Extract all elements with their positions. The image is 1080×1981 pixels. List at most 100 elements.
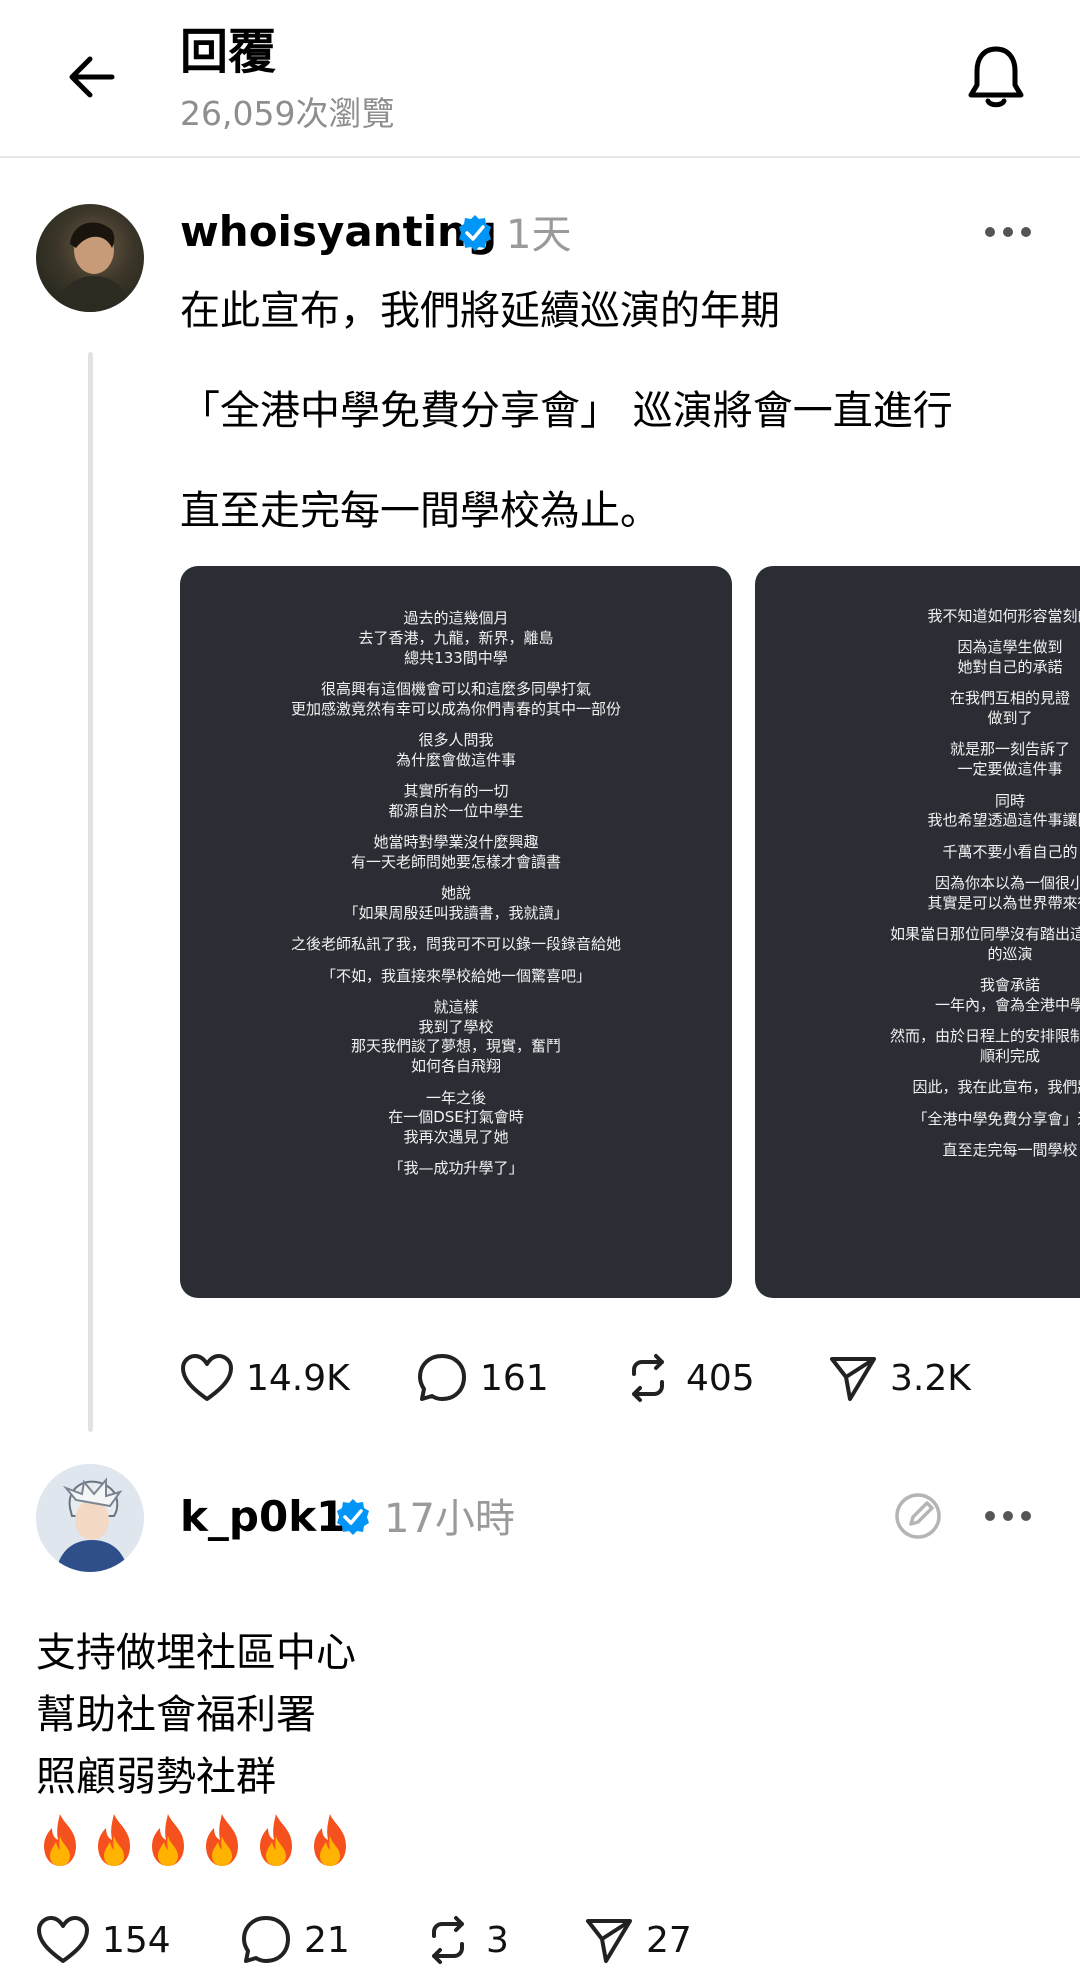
image-text-line: 她說 bbox=[440, 884, 471, 903]
image-text-line: 然而，由於日程上的安排限制，並非 bbox=[889, 1027, 1080, 1046]
fire-emoji-icon bbox=[206, 1814, 238, 1866]
verified-badge-icon bbox=[459, 215, 491, 251]
image-text-line: 如何各自飛翔 bbox=[410, 1057, 501, 1076]
repost-button[interactable]: 3 bbox=[422, 1910, 509, 1970]
send-icon bbox=[586, 1919, 632, 1963]
image-text-line: 「如果周殷廷叫我讀書，我就讀」 bbox=[343, 904, 569, 923]
image-text-line: 在一個DSE打氣會時 bbox=[388, 1108, 524, 1127]
image-text-line: 順利完成 bbox=[979, 1046, 1040, 1065]
fire-emoji-row bbox=[36, 1812, 354, 1868]
reply-actions: 154 21 3 27 bbox=[36, 1910, 1036, 1970]
send-icon bbox=[830, 1357, 876, 1401]
share-button[interactable]: 27 bbox=[584, 1910, 692, 1970]
thread-connector-line bbox=[88, 352, 93, 1432]
like-count: 154 bbox=[102, 1919, 171, 1961]
verified-badge-icon bbox=[337, 1499, 369, 1535]
post-image-2[interactable]: 我不知道如何形容當刻的 因為這學生做到 她對自己的承諾 在我們互相的見證 做到了 就是那一… bbox=[755, 566, 1080, 1298]
image-text-line: 她當時對學業沒什麼興趣 bbox=[373, 833, 539, 852]
back-arrow-icon bbox=[69, 56, 115, 98]
image-text-line: 因為這學生做到 bbox=[957, 638, 1063, 657]
repost-icon bbox=[632, 1354, 664, 1402]
image-text-line: 一定要做這件事 bbox=[957, 760, 1063, 779]
heart-icon bbox=[181, 1354, 233, 1401]
image-text-line: 我也希望透過這件事讓同 bbox=[927, 811, 1080, 830]
repost-button[interactable]: 405 bbox=[622, 1348, 755, 1408]
share-count: 3.2K bbox=[890, 1357, 971, 1399]
profile-photo bbox=[36, 1464, 144, 1572]
image-text-line: 她對自己的承諾 bbox=[957, 658, 1063, 677]
page-title: 回覆 bbox=[180, 24, 277, 80]
image-text-line: 直至走完每一間學校 bbox=[942, 1140, 1078, 1159]
fire-emoji-icon bbox=[44, 1814, 76, 1866]
comment-count: 21 bbox=[304, 1919, 350, 1961]
image-text-line: 總共133間中學 bbox=[404, 648, 508, 667]
image-text-line: 「我—成功升學了」 bbox=[388, 1159, 524, 1178]
fire-emoji-icon bbox=[260, 1814, 292, 1866]
comment-count: 161 bbox=[480, 1357, 549, 1399]
avatar[interactable] bbox=[36, 204, 144, 312]
image-text-line: 我會承諾 bbox=[979, 976, 1040, 995]
image-text-line: 做到了 bbox=[987, 709, 1033, 728]
post-username[interactable]: whoisyanting bbox=[180, 205, 497, 259]
bell-icon bbox=[968, 46, 1024, 108]
image-text-line: 一年之後 bbox=[425, 1088, 486, 1107]
image-text-line: 去了香港，九龍，新界，離島 bbox=[358, 628, 554, 647]
post-actions: 14.9K 161 405 3.2K bbox=[180, 1348, 1060, 1408]
notifications-button[interactable] bbox=[956, 36, 1036, 116]
image-text-line: 很多人問我 bbox=[418, 730, 494, 749]
image-text-line: 因為你本以為一個很小 bbox=[934, 873, 1080, 892]
post-timestamp: 1天 bbox=[506, 212, 572, 258]
avatar[interactable] bbox=[36, 1464, 144, 1572]
comment-button[interactable]: 21 bbox=[240, 1910, 350, 1970]
reply-timestamp: 17小時 bbox=[384, 1496, 515, 1542]
image-text-line: 其實是可以為世界帶來很 bbox=[927, 893, 1080, 912]
top-bar: 回覆 26,059次瀏覽 bbox=[0, 0, 1080, 158]
image-text-line: 就這樣 bbox=[433, 997, 479, 1016]
image-text-line: 為什麼會做這件事 bbox=[395, 750, 516, 769]
post-more-button[interactable] bbox=[978, 212, 1038, 252]
fire-emoji-icon bbox=[152, 1814, 184, 1866]
image-text-line: 我再次遇見了她 bbox=[403, 1128, 509, 1147]
image-text-line: 其實所有的一切 bbox=[403, 782, 509, 801]
image-text-line: 更加感激竟然有幸可以成為你們青春的其中一部份 bbox=[290, 699, 621, 718]
comment-button[interactable]: 161 bbox=[416, 1348, 549, 1408]
more-options-icon bbox=[985, 227, 1031, 237]
reply-more-button[interactable] bbox=[978, 1496, 1038, 1536]
like-button[interactable]: 14.9K bbox=[180, 1348, 350, 1408]
image-text-line: 我到了學校 bbox=[418, 1017, 494, 1036]
image-text-line: 一年內，會為全港中學 bbox=[934, 995, 1080, 1014]
edit-icon bbox=[895, 1493, 941, 1539]
reply-username[interactable]: k_p0k1 bbox=[180, 1490, 345, 1544]
share-button[interactable]: 3.2K bbox=[828, 1348, 971, 1408]
post-text-line: 在此宣布，我們將延續巡演的年期 bbox=[180, 288, 780, 334]
post-text-line: 「全港中學免費分享會」 巡演將會一直進行 bbox=[180, 388, 953, 434]
more-options-icon bbox=[985, 1511, 1031, 1521]
fire-emoji-icon bbox=[98, 1814, 130, 1866]
image-text-line: 有一天老師問她要怎樣才會讀書 bbox=[350, 852, 561, 871]
reply-text-line: 照顧弱勢社群 bbox=[36, 1754, 276, 1800]
post-image-1[interactable]: 過去的這幾個月 去了香港，九龍，新界，離島 總共133間中學很高興有這個機會可以和這… bbox=[180, 566, 732, 1298]
comment-icon bbox=[418, 1354, 466, 1401]
image-text-line: 在我們互相的見證 bbox=[949, 689, 1070, 708]
heart-icon bbox=[37, 1916, 89, 1963]
image-text-line: 我不知道如何形容當刻的 bbox=[927, 607, 1080, 625]
image-text-line: 千萬不要小看自己的 bbox=[942, 842, 1078, 861]
repost-count: 3 bbox=[486, 1919, 509, 1961]
like-button[interactable]: 154 bbox=[36, 1910, 171, 1970]
image-text-line: 過去的這幾個月 bbox=[403, 609, 509, 627]
share-count: 27 bbox=[646, 1919, 692, 1961]
image-text-line: 都源自於一位中學生 bbox=[388, 801, 524, 820]
image-text-line: 那天我們談了夢想，現實，奮鬥 bbox=[350, 1037, 561, 1056]
repost-count: 405 bbox=[686, 1357, 755, 1399]
reply-text-line: 支持做埋社區中心 bbox=[36, 1630, 356, 1676]
post-text-line: 直至走完每一間學校為止。 bbox=[180, 488, 660, 534]
back-button[interactable] bbox=[56, 42, 126, 112]
repost-icon bbox=[432, 1916, 464, 1964]
image-text-line: 同時 bbox=[994, 791, 1025, 810]
image-text-line: 如果當日那位同學沒有踏出這一步， bbox=[889, 924, 1080, 943]
image-text-line: 很高興有這個機會可以和這麼多同學打氣 bbox=[320, 679, 591, 698]
comment-icon bbox=[242, 1916, 290, 1963]
edit-button[interactable] bbox=[888, 1486, 948, 1546]
profile-photo bbox=[54, 222, 132, 312]
fire-emoji-icon bbox=[314, 1814, 346, 1866]
